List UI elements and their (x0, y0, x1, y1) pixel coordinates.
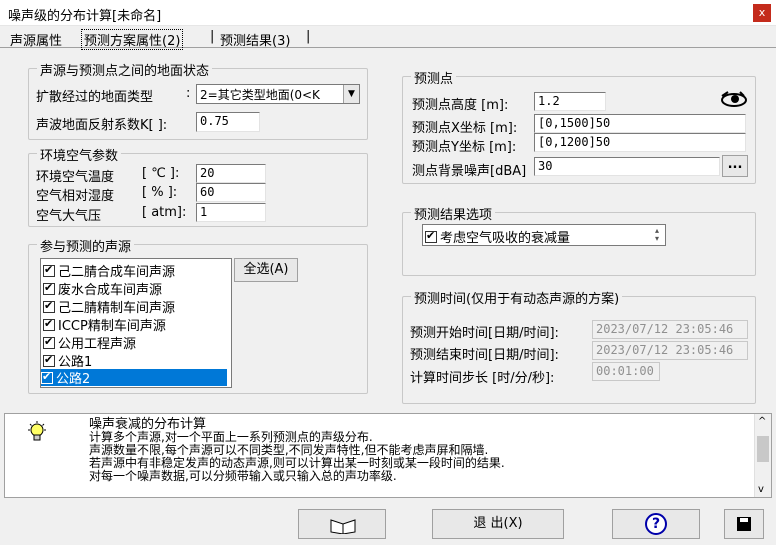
chevron-down-icon[interactable]: ▼ (343, 85, 359, 103)
checkbox[interactable] (43, 353, 55, 367)
ground-group-title: 声源与预测点之间的地面状态 (37, 60, 213, 79)
checkbox[interactable] (43, 335, 55, 349)
book-icon (329, 516, 357, 538)
y-coord-input[interactable]: [0,1200]50 (534, 133, 746, 152)
sources-list[interactable]: 己二腈合成车间声源 废水合成车间声源 己二腈精制车间声源 ICCP精制车间声源 … (40, 258, 232, 388)
tab-source-props[interactable]: 声源属性 (10, 30, 62, 49)
select-all-button[interactable]: 全选(A) (234, 258, 298, 282)
checkbox[interactable] (43, 263, 55, 277)
height-label: 预测点高度 [m]: (412, 98, 509, 113)
point-group-title: 预测点 (411, 68, 457, 87)
help-icon: ? (645, 513, 667, 535)
ground-type-label: 扩散经过的地面类型 (36, 90, 154, 105)
list-item[interactable]: 公路1 (43, 352, 92, 370)
help-line: 对每一个噪声数据,可以分频带输入或只输入总的声功率级. (89, 469, 397, 483)
tab-bar: 声源属性 预测方案属性(2) | 预测结果(3) | (0, 26, 776, 50)
options-group-title: 预测结果选项 (411, 204, 496, 223)
save-button[interactable] (724, 509, 764, 539)
humidity-label: 空气相对湿度 (36, 189, 115, 204)
pressure-input[interactable]: 1 (196, 203, 266, 222)
x-coord-label: 预测点X坐标 [m]: (412, 121, 518, 136)
step-label: 计算时间步长 [时/分/秒]: (410, 371, 555, 386)
tab-results[interactable]: 预测结果(3) (220, 30, 290, 49)
checkbox[interactable]: ✔ (425, 229, 437, 243)
env-group-title: 环境空气参数 (37, 145, 122, 164)
x-coord-input[interactable]: [0,1500]50 (534, 114, 746, 133)
time-group-title: 预测时间(仅用于有动态声源的方案) (411, 288, 623, 307)
chevron-down-icon[interactable]: v (758, 484, 764, 495)
ground-type-colon: : (186, 86, 191, 101)
temp-input[interactable]: 20 (196, 164, 266, 183)
pressure-label: 空气大气压 (36, 209, 102, 224)
list-item[interactable]: ICCP精制车间声源 (43, 316, 166, 334)
temp-unit: [ ℃ ]: (142, 166, 180, 181)
list-item[interactable]: 公用工程声源 (43, 334, 136, 352)
ground-type-select[interactable]: 2=其它类型地面(0<K ▼ (196, 84, 360, 104)
step-input[interactable]: 00:01:00 (592, 362, 660, 381)
eye-icon[interactable] (718, 90, 750, 110)
y-coord-label: 预测点Y坐标 [m]: (412, 140, 517, 155)
title-bar: 噪声级的分布计算[未命名] x (0, 0, 776, 26)
window-title: 噪声级的分布计算[未命名] (8, 9, 162, 24)
scroll-thumb[interactable] (757, 436, 769, 462)
bottom-bar: 退 出(X) ? (0, 500, 776, 545)
spin-icon[interactable]: ▴ ▾ (655, 227, 659, 243)
options-list[interactable]: ✔ 考虑空气吸收的衰减量 ▴ ▾ (422, 224, 666, 246)
list-item[interactable]: 己二腈精制车间声源 (43, 298, 175, 316)
background-noise-label: 测点背景噪声[dBA] (412, 164, 527, 179)
chevron-up-icon[interactable]: ^ (758, 416, 766, 427)
open-book-button[interactable] (298, 509, 386, 539)
tab-scheme-props[interactable]: 预测方案属性(2) (80, 29, 184, 50)
checkbox[interactable] (43, 317, 55, 331)
tab-separator: | (210, 29, 215, 44)
exit-button[interactable]: 退 出(X) (432, 509, 564, 539)
lightbulb-icon (25, 420, 49, 444)
list-item-selected[interactable]: 公路2 (41, 369, 227, 387)
checkbox[interactable] (41, 370, 53, 384)
close-button[interactable]: x (753, 4, 771, 22)
reflect-input[interactable]: 0.75 (196, 112, 260, 132)
tab-separator: | (306, 29, 311, 44)
humidity-unit: [ % ]: (142, 185, 178, 200)
start-time-label: 预测开始时间[日期/时间]: (410, 326, 559, 341)
checkbox[interactable] (43, 299, 55, 313)
temp-label: 环境空气温度 (36, 170, 115, 185)
help-pane: 噪声衰减的分布计算 计算多个声源,对一个平面上一系列预测点的声级分布. 声源数量… (4, 413, 772, 498)
save-icon (737, 517, 751, 531)
humidity-input[interactable]: 60 (196, 183, 266, 202)
checkbox[interactable] (43, 281, 55, 295)
list-item[interactable]: 废水合成车间声源 (43, 280, 162, 298)
list-item[interactable]: 己二腈合成车间声源 (43, 262, 175, 280)
list-item[interactable]: ✔ 考虑空气吸收的衰减量 (425, 227, 570, 246)
end-time-label: 预测结束时间[日期/时间]: (410, 348, 559, 363)
reflect-label: 声波地面反射系数K[ ]: (36, 118, 168, 133)
help-button[interactable]: ? (612, 509, 700, 539)
pressure-unit: [ atm]: (142, 205, 187, 220)
browse-button[interactable]: ... (722, 155, 748, 177)
help-scrollbar[interactable]: ^ v (754, 414, 771, 497)
height-input[interactable]: 1.2 (534, 92, 606, 111)
end-time-input[interactable]: 2023/07/12 23:05:46 (592, 341, 748, 360)
background-noise-input[interactable]: 30 (534, 157, 720, 176)
ground-type-value: 2=其它类型地面(0<K (200, 88, 320, 102)
start-time-input[interactable]: 2023/07/12 23:05:46 (592, 320, 748, 339)
sources-group-title: 参与预测的声源 (37, 236, 135, 255)
